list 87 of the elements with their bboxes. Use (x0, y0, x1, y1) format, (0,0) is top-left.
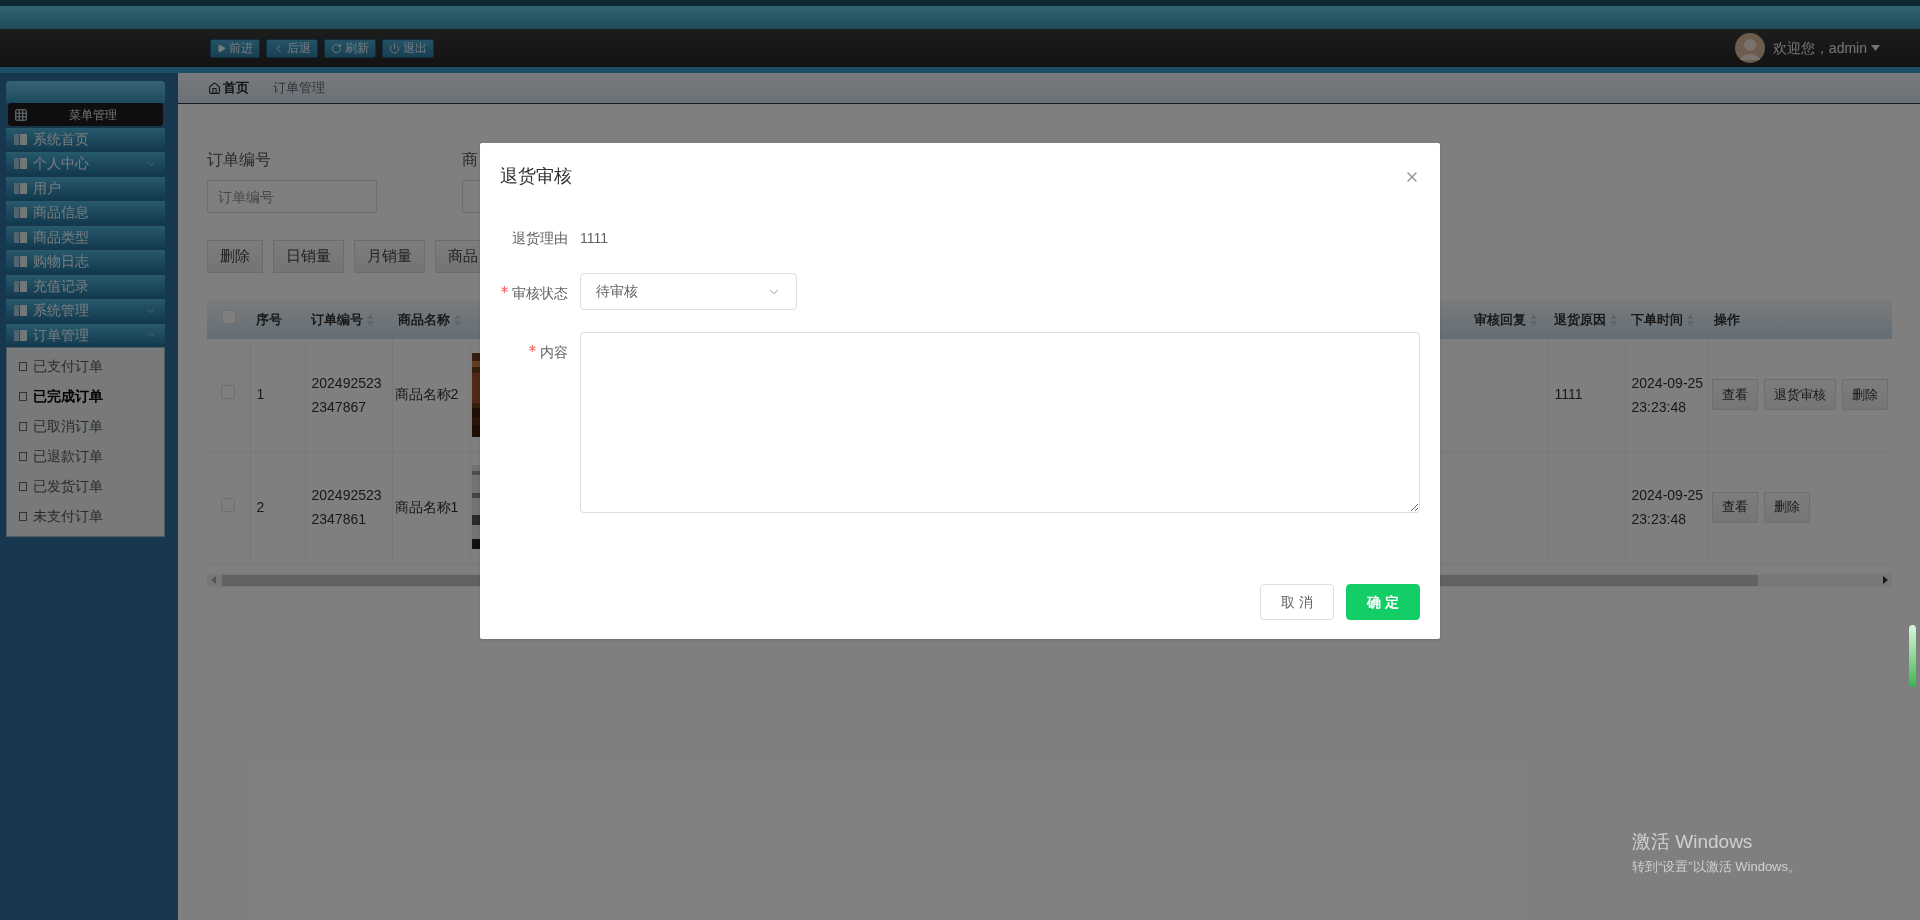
scroll-right-icon[interactable] (1883, 576, 1888, 584)
column-header[interactable]: 订单编号 (311, 309, 374, 330)
column-header[interactable]: 审核回复 (1474, 309, 1537, 330)
filter-label: 商 (462, 150, 479, 170)
sidebar-title: 菜单管理 (67, 106, 118, 124)
user-menu[interactable]: 欢迎您，admin (1772, 37, 1880, 59)
book-icon (14, 256, 27, 267)
scroll-left-icon[interactable] (211, 576, 216, 584)
row-action-button[interactable]: 查看 (1711, 491, 1758, 523)
doc-icon (19, 512, 27, 521)
filter-label: 订单编号 (207, 150, 272, 170)
sidebar-item[interactable]: 购物日志 (6, 250, 165, 273)
submenu-item[interactable]: 已发货订单 (7, 471, 164, 502)
status-select[interactable]: 待审核 (580, 273, 797, 310)
doc-icon (19, 422, 27, 431)
table-cell-text: 2024-09-25 23:23:48 (1631, 486, 1704, 529)
column-header[interactable]: 下单时间 (1631, 309, 1694, 330)
power-icon (389, 42, 400, 54)
column-header: 操作 (1714, 310, 1740, 329)
avatar (1734, 33, 1765, 63)
column-header[interactable]: 商品名称 (398, 309, 461, 330)
cancel-button[interactable]: 取 消 (1260, 584, 1335, 620)
book-icon (14, 305, 27, 316)
sidebar-item[interactable]: 系统首页 (6, 127, 165, 151)
book-icon (14, 329, 27, 341)
submenu-item[interactable]: 已支付订单 (7, 351, 164, 382)
nav-button[interactable]: 后退 (266, 38, 318, 58)
book-icon (14, 133, 27, 145)
doc-icon (19, 482, 27, 491)
field-label: 退货理由 (512, 229, 568, 248)
breadcrumb-link[interactable]: 首页 (208, 78, 249, 98)
field-label: 审核状态 (512, 284, 568, 303)
doc-icon (19, 362, 27, 371)
home-icon (208, 81, 221, 95)
book-icon (14, 158, 27, 169)
submenu-item[interactable]: 已取消订单 (7, 411, 164, 442)
dialog-title: 退货审核 (500, 165, 572, 188)
refresh-icon (331, 42, 342, 54)
sidebar-item[interactable]: 个人中心 (6, 152, 165, 175)
row-action-button[interactable]: 退货审核 (1763, 379, 1836, 411)
table-cell-text: 2024925232347861 (311, 486, 383, 529)
sidebar-item[interactable]: 系统管理 (6, 299, 165, 322)
table-cell: 1 (256, 386, 265, 403)
sidebar-item[interactable]: 商品信息 (6, 201, 165, 224)
book-icon (14, 207, 27, 218)
activation-title: 激活 Windows (1632, 830, 1754, 854)
doc-icon (19, 392, 27, 401)
table-cell-text: 2024-09-25 23:23:48 (1631, 373, 1704, 417)
doc-icon (19, 452, 27, 461)
column-header: 序号 (256, 310, 282, 329)
required-asterisk-icon (501, 286, 508, 293)
confirm-button[interactable]: 确 定 (1346, 584, 1420, 620)
book-icon (14, 280, 27, 292)
scroll-indicator (1909, 625, 1916, 687)
column-header[interactable]: 退货原因 (1554, 309, 1617, 330)
sidebar-item[interactable]: 商品类型 (6, 225, 165, 249)
toolbar-button[interactable]: 日销量 (273, 240, 344, 273)
nav-button[interactable]: 退出 (382, 38, 434, 58)
required-asterisk-icon (529, 345, 536, 352)
breadcrumb-link[interactable]: 订单管理 (273, 78, 325, 98)
sidebar-item[interactable]: 充值记录 (6, 274, 165, 298)
field-label: 内容 (540, 343, 568, 362)
play-icon (217, 43, 226, 53)
nav-button[interactable]: 前进 (210, 38, 260, 58)
submenu-item[interactable]: 未支付订单 (7, 501, 164, 532)
table-cell: 2 (256, 498, 265, 515)
row-action-button[interactable]: 删除 (1763, 491, 1810, 523)
table-cell-text: 2024925232347867 (311, 373, 383, 417)
field-value: 1111 (580, 229, 609, 248)
table-cell: 1111 (1554, 386, 1583, 403)
toolbar-button[interactable]: 月销量 (354, 240, 425, 273)
row-action-button[interactable]: 删除 (1841, 379, 1888, 411)
content-textarea[interactable] (580, 332, 1420, 513)
activation-subtitle: 转到“设置”以激活 Windows。 (1632, 857, 1801, 876)
row-action-button[interactable]: 查看 (1711, 379, 1758, 411)
submenu-item[interactable]: 已完成订单 (7, 381, 164, 412)
table-cell: 商品名称2 (394, 386, 459, 403)
book-icon (14, 182, 27, 194)
caret-icon (1871, 45, 1880, 51)
book-icon (14, 231, 27, 243)
submenu-item[interactable]: 已退款订单 (7, 441, 164, 472)
nav-button[interactable]: 刷新 (324, 38, 376, 58)
sidebar-item[interactable]: 订单管理 (6, 323, 165, 347)
grid-icon (14, 107, 28, 122)
toolbar-button[interactable]: 删除 (207, 240, 263, 273)
sidebar-item[interactable]: 用户 (6, 176, 165, 200)
table-cell: 商品名称1 (394, 498, 459, 515)
